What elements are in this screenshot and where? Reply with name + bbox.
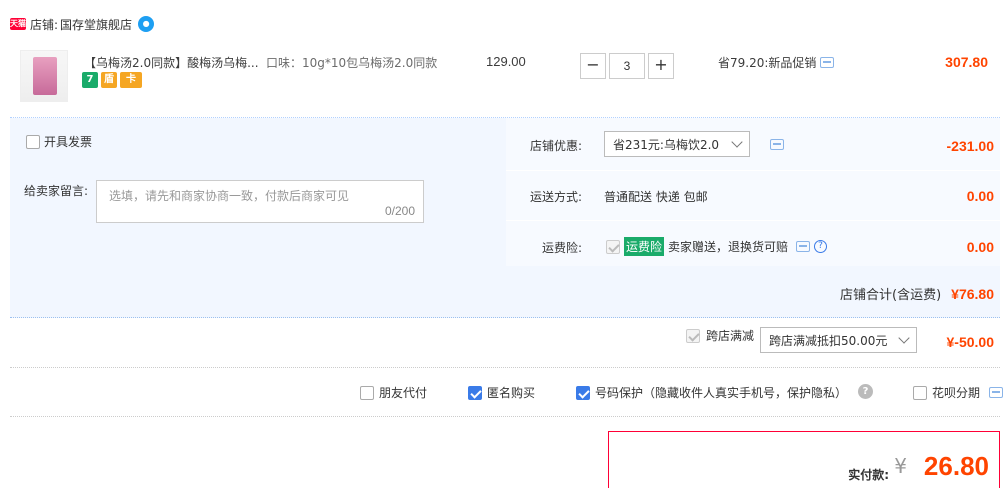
chevron-down-icon [898,332,910,344]
memo-label: 给卖家留言: [24,184,89,198]
cross-store-select[interactable]: 跨店满减抵扣50.00元 [760,327,917,353]
friend-pay-option[interactable]: 朋友代付 [360,384,427,401]
credit-card-icon[interactable]: 卡 [120,72,142,88]
divider [506,220,1000,221]
question-icon[interactable]: ? [814,240,828,253]
comment-icon[interactable] [820,57,835,68]
divider [10,416,1000,417]
cross-store-selected: 跨店满减抵扣50.00元 [769,333,888,348]
insurance-checkbox [606,239,620,254]
subtotal-label: 店铺合计(含运费) [840,288,942,303]
divider [10,367,1000,368]
friend-pay-label: 朋友代付 [379,386,428,400]
invoice-option[interactable]: 开具发票 [26,133,92,150]
shop-discount-select[interactable]: 省231元:乌梅饮2.0 [604,131,750,157]
cross-store-discount: 跨店满减 [686,327,754,344]
anonymous-checkbox[interactable] [468,385,482,400]
shop-discount-value: -231.00 [946,138,994,154]
cross-store-checkbox [686,328,700,343]
shipping-insurance: 运费险 卖家赠送，退换货可赔 ? [606,237,828,256]
shop-header: 天猫 店铺: 国存堂旗舰店 ● [10,14,155,34]
comment-icon[interactable] [796,241,811,252]
product-spec: 口味：10g*10包乌梅汤2.0同款 [266,56,438,70]
divider [506,170,1000,171]
comment-icon[interactable] [770,139,784,150]
payment-summary: 实付款: ¥ 26.80 [608,431,1000,488]
cross-store-label: 跨店满减 [706,329,755,343]
shop-label: 店铺: [30,17,59,32]
quantity-input[interactable]: 3 [609,53,645,79]
subtotal-value: ¥76.80 [951,285,994,302]
help-icon[interactable]: ? [858,384,873,399]
payment-currency: ¥ [894,454,907,478]
chevron-down-icon [731,136,743,148]
anonymous-option[interactable]: 匿名购买 [468,384,535,401]
number-protect-checkbox[interactable] [576,385,590,400]
quantity-stepper: − 3 + [580,53,674,79]
product-title-link[interactable]: 【乌梅汤2.0同款】酸梅汤乌梅... [84,54,264,71]
shop-discount-selected: 省231元:乌梅饮2.0 [613,137,720,152]
tmall-logo: 天猫 [10,18,26,30]
huabei-checkbox[interactable] [913,385,927,400]
shop-discount-label: 店铺优惠: [529,139,582,153]
friend-pay-checkbox[interactable] [360,385,374,400]
order-item-row: 【乌梅汤2.0同款】酸梅汤乌梅... 口味：10g*10包乌梅汤2.0同款 7 … [10,42,1000,118]
invoice-checkbox[interactable] [26,134,40,149]
product-image [33,57,57,95]
number-protect-label: 号码保护（隐藏收件人真实手机号，保护隐私） [595,386,848,400]
decrease-quantity-button[interactable]: − [580,53,606,79]
shipping-fee: 0.00 [966,188,994,204]
shipping-method: 普通配送 快递 包邮 [604,190,708,204]
seller-memo-textarea[interactable]: 选填，请先和商家协商一致，付款后商家可见 0/200 [96,180,424,223]
item-promotion: 省79.20:新品促销 [718,54,835,71]
service-badges: 7 盾 卡 [82,72,142,88]
insurance-fee: 0.00 [966,239,994,255]
product-thumbnail[interactable] [20,50,68,102]
wangwang-chat-icon[interactable]: ● [138,16,155,32]
comment-icon[interactable] [989,387,1004,398]
insurance-label: 运费险: [541,241,582,255]
increase-quantity-button[interactable]: + [648,53,674,79]
item-total-price: 307.80 [945,54,988,70]
promotion-text: 省79.20:新品促销 [718,56,817,70]
shield-icon[interactable]: 盾 [101,72,117,88]
shop-subtotal: 店铺合计(含运费) ¥76.80 [840,284,994,304]
payment-label: 实付款: [848,468,889,482]
invoice-label: 开具发票 [44,135,93,149]
shop-name-link[interactable]: 国存堂旗舰店 [60,16,132,33]
anonymous-label: 匿名购买 [487,386,536,400]
shipping-label: 运送方式: [529,190,582,204]
cross-store-value: ¥-50.00 [946,334,994,350]
insurance-desc: 卖家赠送，退换货可赔 [668,240,789,254]
huabei-option[interactable]: 花呗分期 [913,384,1004,401]
number-protect-option[interactable]: 号码保护（隐藏收件人真实手机号，保护隐私） [576,384,847,401]
insurance-tag: 运费险 [624,237,665,256]
memo-char-count: 0/200 [384,204,415,218]
payment-amount: 26.80 [923,451,989,481]
memo-placeholder: 选填，请先和商家协商一致，付款后商家可见 [109,189,350,203]
unit-price: 129.00 [486,54,526,69]
seven-day-return-icon[interactable]: 7 [82,72,98,88]
huabei-label: 花呗分期 [932,386,981,400]
